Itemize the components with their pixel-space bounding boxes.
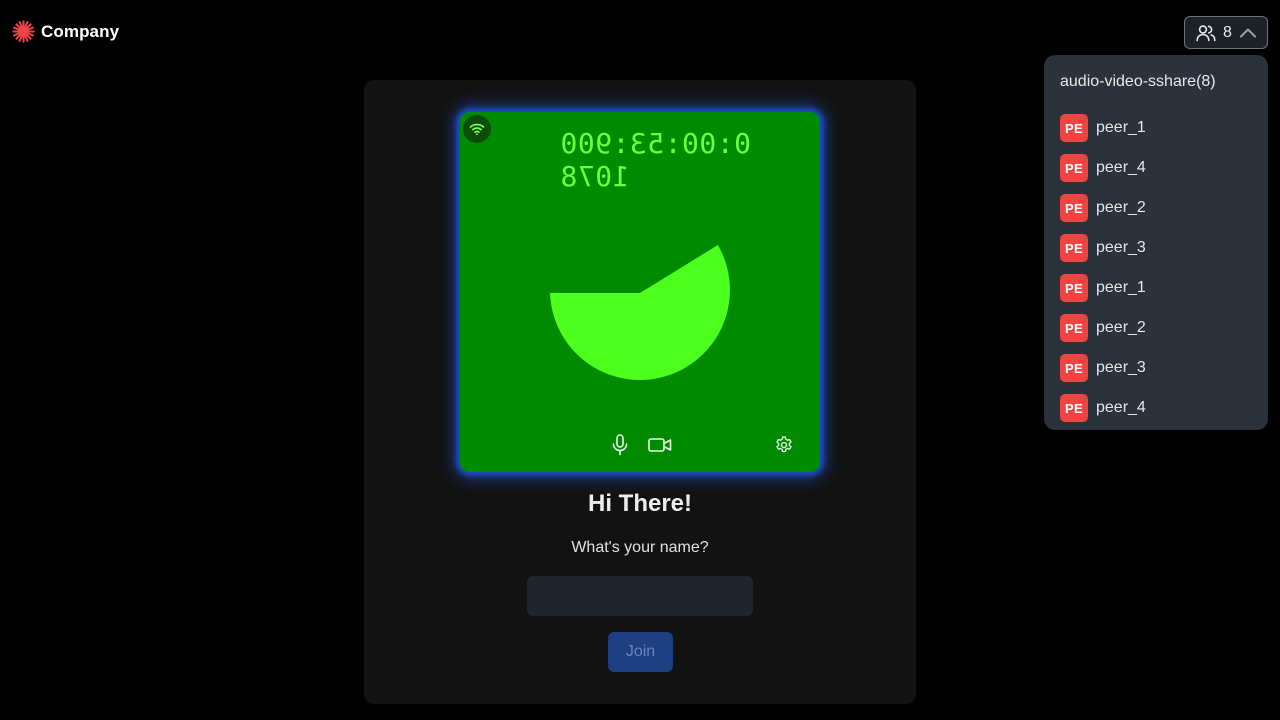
participant-item[interactable]: PE peer_1	[1060, 108, 1146, 148]
avatar: PE	[1060, 154, 1088, 182]
name-input[interactable]	[527, 576, 753, 616]
participant-item[interactable]: PE peer_1	[1060, 268, 1146, 308]
camera-toggle-button[interactable]	[647, 433, 673, 457]
room-title: audio-video-sshare(8)	[1060, 73, 1216, 90]
participant-item[interactable]: PE peer_3	[1060, 348, 1146, 388]
avatar: PE	[1060, 314, 1088, 342]
participants-panel: audio-video-sshare(8) PE peer_1 PE peer_…	[1044, 55, 1268, 430]
preview-card: 0:00:53:900 1078 Hi There! What's your n…	[364, 80, 916, 704]
microphone-toggle-button[interactable]	[608, 433, 632, 457]
network-quality-badge	[463, 115, 491, 143]
company-logo[interactable]: Company	[12, 20, 119, 43]
avatar: PE	[1060, 194, 1088, 222]
video-timestamp: 0:00:53:900 1078	[560, 127, 751, 193]
participant-item[interactable]: PE peer_2	[1060, 308, 1146, 348]
name-prompt-label: What's your name?	[571, 539, 709, 556]
avatar: PE	[1060, 394, 1088, 422]
participant-item[interactable]: PE peer_2	[1060, 188, 1146, 228]
participants-toggle-button[interactable]: 8	[1184, 16, 1268, 49]
sunburst-logo-icon	[12, 20, 35, 43]
video-camera-icon	[648, 438, 672, 452]
avatar: PE	[1060, 354, 1088, 382]
participant-name: peer_2	[1096, 199, 1146, 216]
participant-item[interactable]: PE peer_4	[1060, 388, 1146, 428]
participant-name: peer_2	[1096, 319, 1146, 336]
participant-count: 8	[1223, 23, 1232, 41]
participant-name: peer_3	[1096, 359, 1146, 376]
wifi-icon	[469, 123, 485, 136]
greeting-heading: Hi There!	[587, 490, 692, 517]
join-button[interactable]: Join	[608, 632, 673, 672]
participant-name: peer_4	[1096, 399, 1146, 416]
participant-item[interactable]: PE peer_4	[1060, 148, 1146, 188]
participant-name: peer_1	[1096, 279, 1146, 296]
people-icon	[1196, 24, 1216, 41]
participant-name: peer_3	[1096, 239, 1146, 256]
video-preview: 0:00:53:900 1078	[460, 112, 820, 472]
avatar: PE	[1060, 234, 1088, 262]
settings-button[interactable]	[772, 433, 796, 457]
participant-name: peer_4	[1096, 159, 1146, 176]
gear-icon	[776, 436, 792, 453]
participant-item[interactable]: PE peer_3	[1060, 228, 1146, 268]
microphone-icon	[612, 434, 628, 456]
avatar: PE	[1060, 114, 1088, 142]
participant-name: peer_1	[1096, 119, 1146, 136]
avatar: PE	[1060, 274, 1088, 302]
chevron-up-icon	[1239, 28, 1256, 37]
company-name: Company	[41, 21, 120, 41]
participant-list: PE peer_1 PE peer_4 PE peer_2 PE peer_3 …	[1060, 108, 1146, 428]
